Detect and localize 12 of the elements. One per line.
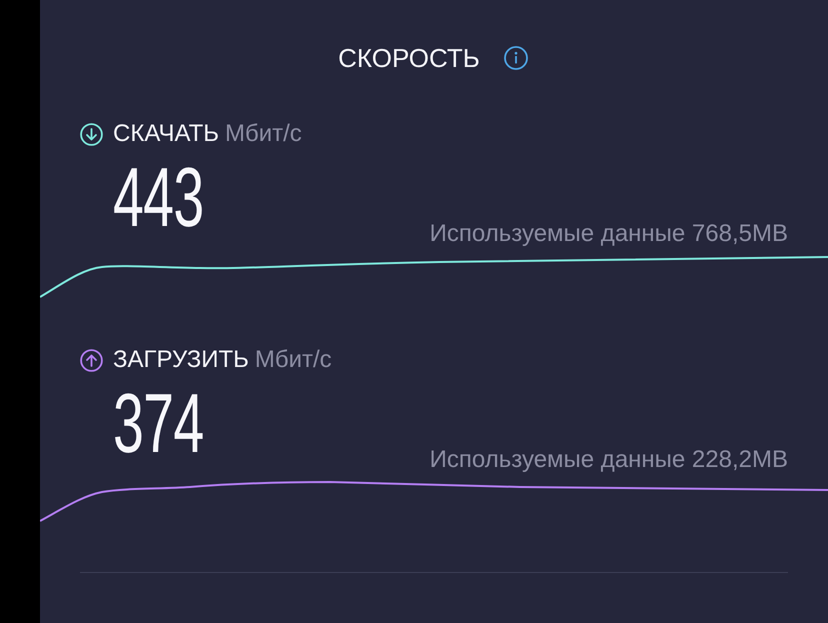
unit-label: Мбит/с bbox=[224, 122, 302, 146]
arrow-up-circle-icon bbox=[80, 348, 103, 372]
data-used-text: Используемые данные 768,5MB bbox=[430, 222, 788, 246]
speed-value: 374 bbox=[113, 381, 204, 465]
speed-label: ЗАГРУЗИТЬ bbox=[113, 348, 249, 372]
data-used-text: Используемые данные 228,2MB bbox=[430, 448, 788, 472]
speed-value: 443 bbox=[113, 155, 204, 239]
arrow-down-circle-icon bbox=[80, 122, 103, 146]
section-title: СКОРОСТЬ bbox=[338, 45, 480, 71]
unit-label: Мбит/с bbox=[254, 348, 332, 372]
speed-label: СКАЧАТЬ bbox=[113, 122, 219, 146]
info-icon[interactable] bbox=[504, 46, 528, 70]
